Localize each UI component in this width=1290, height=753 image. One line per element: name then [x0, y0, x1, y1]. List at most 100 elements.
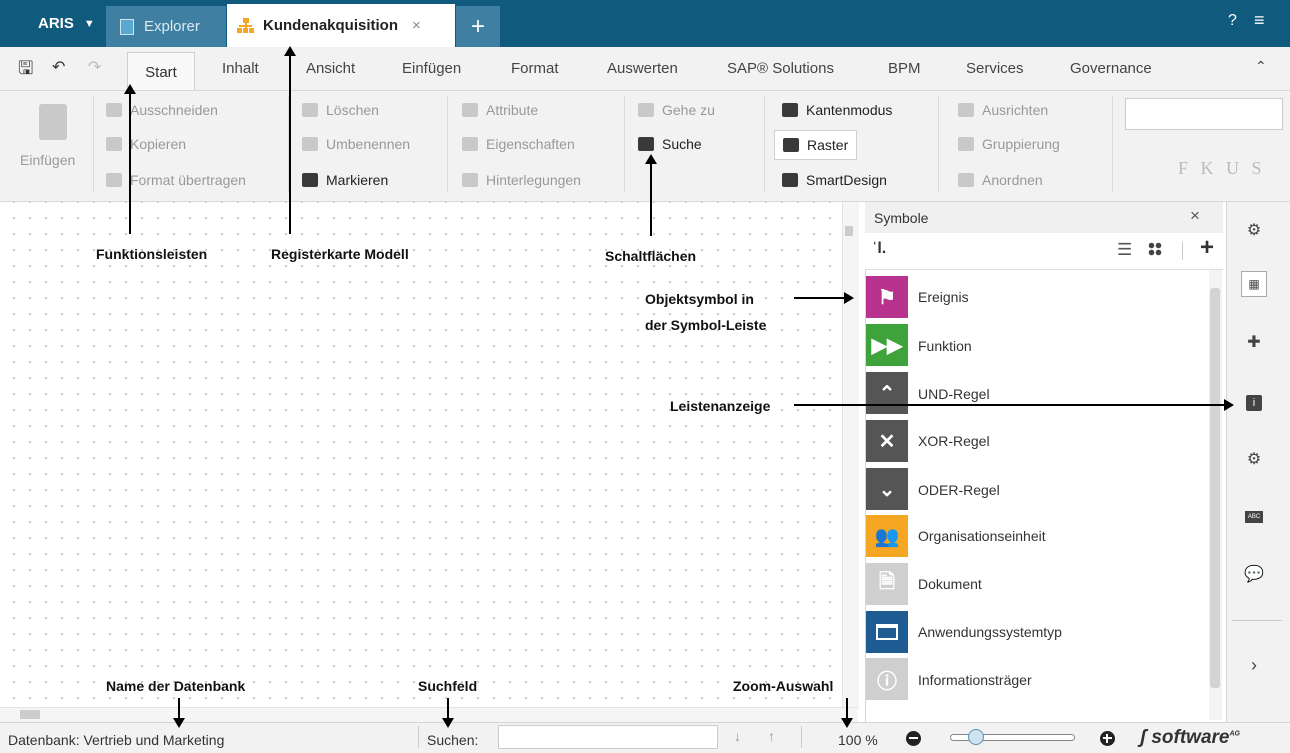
symbol-label-und-regel[interactable]: UND-Regel [918, 386, 990, 402]
chevron-up-icon[interactable]: ⌃ [866, 372, 908, 414]
raster-button[interactable]: Raster [774, 130, 858, 160]
annotation-registerkarte-modell: Registerkarte Modell [271, 246, 409, 262]
application-window-icon[interactable] [866, 611, 908, 653]
list-view-icon[interactable]: ☰ [1117, 240, 1132, 260]
document-icon[interactable]: 🗎 [866, 563, 908, 605]
eigenschaften-label: Eigenschaften [486, 136, 575, 152]
hscroll-thumb[interactable] [20, 710, 40, 719]
spellcheck-icon[interactable]: ABC [1241, 504, 1267, 530]
navigation-gear-icon[interactable]: ⚙ [1241, 217, 1267, 243]
zoom-in-icon[interactable] [1100, 731, 1115, 746]
gehe-zu-button[interactable]: Gehe zu [638, 102, 715, 118]
app-label: ARIS [38, 15, 74, 32]
search-input[interactable] [498, 725, 718, 749]
save-icon[interactable]: 🖫 [18, 56, 33, 86]
symbol-label-dokument[interactable]: Dokument [918, 576, 982, 592]
tab-start[interactable]: Start [127, 52, 195, 91]
attribute-label: Attribute [486, 102, 539, 118]
chevron-down-icon[interactable]: ⌄ [866, 468, 908, 510]
info-icon[interactable]: i [1241, 390, 1267, 416]
group-icon [958, 137, 974, 151]
eigenschaften-button[interactable]: Eigenschaften [462, 136, 575, 152]
font-style-buttons[interactable]: F K U S [1178, 158, 1266, 179]
brand-s-icon: ʃ [1140, 727, 1152, 748]
symbol-label-informationstraeger[interactable]: Informationsträger [918, 672, 1032, 688]
grid-view-icon[interactable] [1148, 242, 1162, 256]
ausrichten-button[interactable]: Ausrichten [958, 102, 1048, 118]
symbol-label-oder-regel[interactable]: ODER-Regel [918, 482, 1000, 498]
zoom-value[interactable]: 100 % [838, 732, 878, 748]
markieren-button[interactable]: Markieren [302, 172, 388, 188]
annotation-funktionsleisten: Funktionsleisten [96, 246, 208, 262]
puzzle-icon[interactable]: ✚ [1241, 329, 1267, 355]
collapse-ribbon-icon[interactable]: ⌃ [1255, 58, 1267, 75]
einfuegen-button[interactable]: Einfügen [20, 152, 75, 168]
help-icon[interactable]: ? [1228, 12, 1237, 30]
tab-explorer[interactable]: Explorer [106, 6, 226, 47]
symbol-panel-scroll-thumb[interactable] [1210, 288, 1220, 688]
gruppierung-button[interactable]: Gruppierung [958, 136, 1060, 152]
search-up-icon[interactable]: ↑ [768, 728, 775, 744]
format-uebertragen-button[interactable]: Format übertragen [106, 172, 246, 188]
undo-icon[interactable]: ↶ [52, 57, 65, 77]
add-symbol-icon[interactable]: + [1200, 234, 1214, 262]
tab-model[interactable]: Kundenakquisition × [227, 4, 455, 47]
symbol-label-anwendungssystemtyp[interactable]: Anwendungssystemtyp [918, 624, 1062, 640]
hinterlegungen-button[interactable]: Hinterlegungen [462, 172, 581, 188]
kantenmodus-button[interactable]: Kantenmodus [782, 102, 892, 118]
canvas-horizontal-scrollbar[interactable] [0, 707, 858, 723]
org-unit-icon[interactable]: 👥 [866, 515, 908, 557]
anordnen-label: Anordnen [982, 172, 1043, 188]
canvas-vertical-scrollbar[interactable] [842, 202, 859, 708]
tab-einfuegen[interactable]: Einfügen [402, 60, 461, 77]
settings-gear-icon[interactable]: ⚙ [1241, 446, 1267, 472]
tab-inhalt[interactable]: Inhalt [222, 60, 259, 77]
close-icon[interactable]: × [1190, 206, 1200, 226]
loeschen-button[interactable]: Löschen [302, 102, 379, 118]
expand-rail-icon[interactable]: › [1241, 652, 1267, 678]
fast-forward-icon[interactable]: ▶▶ [866, 324, 908, 366]
kopieren-button[interactable]: Kopieren [106, 136, 186, 152]
model-canvas[interactable] [0, 202, 841, 710]
connection-mode-icon[interactable]: ˈl. [872, 240, 886, 258]
symbol-label-funktion[interactable]: Funktion [918, 338, 972, 354]
search-down-icon[interactable]: ↓ [734, 728, 741, 744]
umbenennen-button[interactable]: Umbenennen [302, 136, 410, 152]
search-icon [638, 137, 654, 151]
anordnen-button[interactable]: Anordnen [958, 172, 1043, 188]
symbol-label-xor-regel[interactable]: XOR-Regel [918, 433, 990, 449]
tab-sap-solutions[interactable]: SAP® Solutions [727, 60, 834, 77]
add-tab-button[interactable]: + [456, 6, 500, 47]
tab-governance[interactable]: Governance [1070, 60, 1152, 77]
flag-icon[interactable]: ⚑ [866, 276, 908, 318]
attribute-button[interactable]: Attribute [462, 102, 538, 118]
redo-icon[interactable]: ↷ [88, 57, 101, 77]
explorer-icon [120, 18, 134, 35]
vscroll-thumb[interactable] [845, 226, 853, 236]
ausschneiden-button[interactable]: Ausschneiden [106, 102, 218, 118]
close-tab-icon[interactable]: × [412, 17, 421, 34]
tab-auswerten[interactable]: Auswerten [607, 60, 678, 77]
x-icon[interactable]: ✕ [866, 420, 908, 462]
menu-icon[interactable]: ≡ [1254, 10, 1265, 31]
tab-services[interactable]: Services [966, 60, 1024, 77]
tab-ansicht[interactable]: Ansicht [306, 60, 355, 77]
ribbon-divider [93, 96, 94, 192]
zoom-out-icon[interactable] [906, 731, 921, 746]
aris-menu-button[interactable]: ARIS ▼ [0, 0, 105, 47]
symbol-label-ereignis[interactable]: Ereignis [918, 289, 969, 305]
rail-divider [1232, 620, 1282, 621]
smartdesign-button[interactable]: SmartDesign [782, 172, 887, 188]
info-circle-icon[interactable]: ⓘ [866, 658, 908, 700]
symbol-label-organisationseinheit[interactable]: Organisationseinheit [918, 528, 1046, 544]
symbols-bar-icon[interactable]: ▦ [1241, 271, 1267, 297]
tab-bpm[interactable]: BPM [888, 60, 921, 77]
suche-button[interactable]: Suche [638, 136, 702, 152]
brush-icon [106, 173, 122, 187]
brand-label: software [1151, 727, 1230, 748]
arrow-suchfeld [442, 718, 454, 728]
zoom-slider-handle[interactable] [968, 729, 984, 745]
tab-format[interactable]: Format [511, 60, 559, 77]
comment-icon[interactable]: 💬 [1241, 561, 1267, 587]
font-select[interactable] [1125, 98, 1283, 130]
